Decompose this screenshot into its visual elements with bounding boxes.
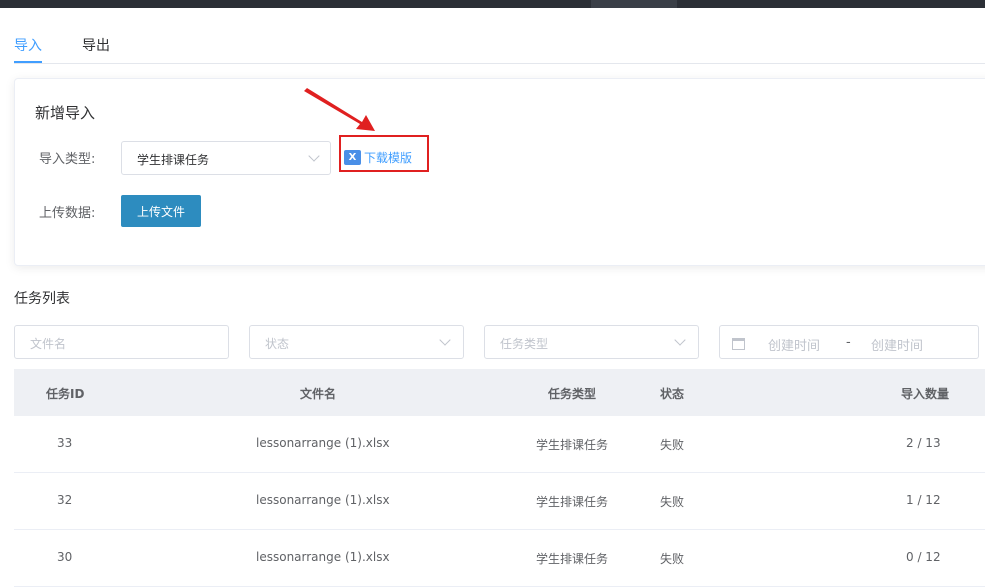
cell-id: 30 <box>57 550 73 564</box>
calendar-icon <box>732 338 745 350</box>
cell-filename: lessonarrange (1).xlsx <box>256 493 390 507</box>
top-nav-bar <box>0 0 985 8</box>
chevron-down-icon <box>439 334 451 346</box>
table-row: 32 lessonarrange (1).xlsx 学生排课任务 失败 1 / … <box>14 473 985 530</box>
annotation-arrow-icon <box>304 88 375 131</box>
cell-count: 2 / 13 <box>906 436 941 450</box>
start-date-placeholder[interactable]: 创建时间 <box>768 335 820 354</box>
download-template-label: 下载模版 <box>364 151 413 165</box>
column-header-filename: 文件名 <box>300 387 337 401</box>
task-type-filter-select[interactable]: 任务类型 <box>484 325 699 359</box>
end-date-placeholder[interactable]: 创建时间 <box>871 335 923 354</box>
top-nav-active-item[interactable] <box>591 0 677 8</box>
cell-filename: lessonarrange (1).xlsx <box>256 550 390 564</box>
excel-icon: X <box>344 150 361 165</box>
column-header-status: 状态 <box>660 387 685 401</box>
cell-type: 学生排课任务 <box>536 438 609 452</box>
chevron-down-icon <box>674 334 686 346</box>
table-row: 33 lessonarrange (1).xlsx 学生排课任务 失败 2 / … <box>14 416 985 473</box>
import-type-value: 学生排课任务 <box>137 153 210 167</box>
filename-placeholder: 文件名 <box>30 337 67 351</box>
cell-count: 0 / 12 <box>906 550 941 564</box>
status-placeholder: 状态 <box>265 337 290 351</box>
cell-id: 33 <box>57 436 73 450</box>
new-import-card: 新增导入 导入类型: 学生排课任务 X 下载模版 上传数据: 上传文件 <box>14 78 985 266</box>
date-separator: - <box>846 335 851 350</box>
column-header-count: 导入数量 <box>901 387 950 401</box>
cell-status: 失败 <box>660 495 685 509</box>
import-type-label: 导入类型: <box>39 152 96 167</box>
upload-data-label: 上传数据: <box>39 206 96 221</box>
column-header-id: 任务ID <box>46 387 85 401</box>
cell-type: 学生排课任务 <box>536 495 609 509</box>
table-header: 任务ID 文件名 任务类型 状态 导入数量 <box>14 369 985 416</box>
tab-bar: 导入 导出 <box>14 28 985 64</box>
cell-filename: lessonarrange (1).xlsx <box>256 436 390 450</box>
cell-status: 失败 <box>660 438 685 452</box>
cell-type: 学生排课任务 <box>536 552 609 566</box>
new-import-title: 新增导入 <box>35 104 96 122</box>
filename-filter-input[interactable]: 文件名 <box>14 325 229 359</box>
status-filter-select[interactable]: 状态 <box>249 325 464 359</box>
active-tab-indicator <box>14 61 42 63</box>
tab-import[interactable]: 导入 <box>14 35 42 55</box>
cell-status: 失败 <box>660 552 685 566</box>
task-type-placeholder: 任务类型 <box>500 337 549 351</box>
tab-export[interactable]: 导出 <box>82 35 110 55</box>
import-type-select[interactable]: 学生排课任务 <box>121 141 331 175</box>
cell-count: 1 / 12 <box>906 493 941 507</box>
table-row: 30 lessonarrange (1).xlsx 学生排课任务 失败 0 / … <box>14 530 985 587</box>
date-range-picker[interactable]: 创建时间 - 创建时间 <box>719 325 979 359</box>
chevron-down-icon <box>308 150 320 162</box>
column-header-type: 任务类型 <box>548 387 597 401</box>
upload-file-button[interactable]: 上传文件 <box>121 195 201 227</box>
task-list-title: 任务列表 <box>14 291 70 307</box>
download-template-link[interactable]: X 下载模版 <box>344 149 412 166</box>
cell-id: 32 <box>57 493 73 507</box>
